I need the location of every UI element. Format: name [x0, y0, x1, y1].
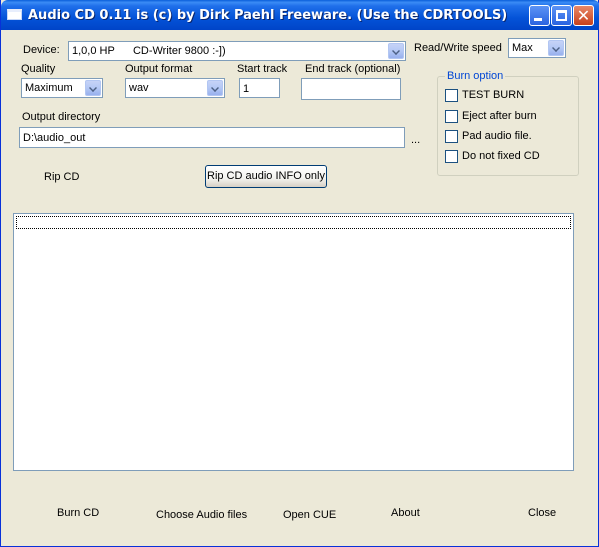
end-track-label: End track (optional) — [305, 63, 401, 75]
speed-select-value: Max — [512, 42, 533, 54]
maximize-icon — [556, 10, 567, 21]
rip-cd-info-button[interactable]: Rip CD audio INFO only — [205, 165, 327, 188]
test-burn-label: TEST BURN — [462, 89, 525, 101]
minimize-button[interactable] — [529, 5, 550, 26]
do-not-fix-cd-label: Do not fixed CD — [462, 150, 540, 162]
close-button[interactable]: Close — [528, 507, 556, 519]
burn-cd-button[interactable]: Burn CD — [57, 507, 99, 519]
choose-audio-files-button[interactable]: Choose Audio files — [156, 509, 247, 521]
open-cue-button[interactable]: Open CUE — [283, 509, 336, 521]
checkbox-box[interactable] — [445, 130, 458, 143]
quality-select[interactable]: Maximum — [21, 78, 103, 98]
about-button[interactable]: About — [391, 507, 420, 519]
browse-directory-button[interactable]: ... — [411, 134, 420, 146]
minimize-icon — [534, 18, 542, 21]
start-track-input[interactable]: 1 — [239, 78, 280, 98]
start-track-label: Start track — [237, 63, 288, 75]
output-format-dropdown-button[interactable] — [207, 80, 223, 96]
quality-select-value: Maximum — [25, 82, 73, 94]
close-window-button[interactable]: ✕ — [573, 5, 594, 26]
output-format-select-value: wav — [129, 82, 149, 94]
output-directory-label: Output directory — [22, 111, 101, 123]
chevron-down-icon — [211, 84, 219, 92]
device-label: Device: — [23, 44, 60, 56]
rip-cd-button[interactable]: Rip CD — [44, 171, 79, 183]
chevron-down-icon — [89, 84, 97, 92]
checkbox-box[interactable] — [445, 150, 458, 163]
chevron-down-icon — [392, 47, 400, 55]
speed-select[interactable]: Max — [508, 38, 566, 58]
output-directory-input[interactable]: D:\audio_out — [19, 127, 405, 148]
output-format-select[interactable]: wav — [125, 78, 225, 98]
window-title: Audio CD 0.11 is (c) by Dirk Paehl Freew… — [28, 8, 508, 23]
end-track-input[interactable] — [301, 78, 401, 100]
track-list[interactable] — [13, 213, 574, 471]
device-select[interactable]: 1,0,0 HP CD-Writer 9800 :-]) — [68, 41, 406, 61]
title-bar[interactable]: Audio CD 0.11 is (c) by Dirk Paehl Freew… — [1, 0, 599, 30]
quality-dropdown-button[interactable] — [85, 80, 101, 96]
eject-after-burn-label: Eject after burn — [462, 110, 537, 122]
speed-label: Read/Write speed — [414, 42, 502, 54]
chevron-down-icon — [552, 44, 560, 52]
output-format-label: Output format — [125, 63, 193, 75]
quality-label: Quality — [21, 63, 56, 75]
main-window: Audio CD 0.11 is (c) by Dirk Paehl Freew… — [0, 0, 599, 547]
start-track-value: 1 — [243, 83, 250, 95]
burn-option-legend: Burn option — [445, 70, 506, 82]
list-focus-row[interactable] — [16, 216, 571, 229]
speed-dropdown-button[interactable] — [548, 40, 564, 56]
pad-audio-file-label: Pad audio file. — [462, 130, 532, 142]
checkbox-box[interactable] — [445, 89, 458, 102]
app-window-icon — [7, 9, 22, 20]
checkbox-box[interactable] — [445, 110, 458, 123]
close-icon: ✕ — [576, 6, 591, 25]
device-select-value: 1,0,0 HP CD-Writer 9800 :-]) — [72, 45, 226, 57]
device-dropdown-button[interactable] — [388, 43, 404, 59]
output-directory-value: D:\audio_out — [23, 132, 86, 144]
maximize-button[interactable] — [551, 5, 572, 26]
